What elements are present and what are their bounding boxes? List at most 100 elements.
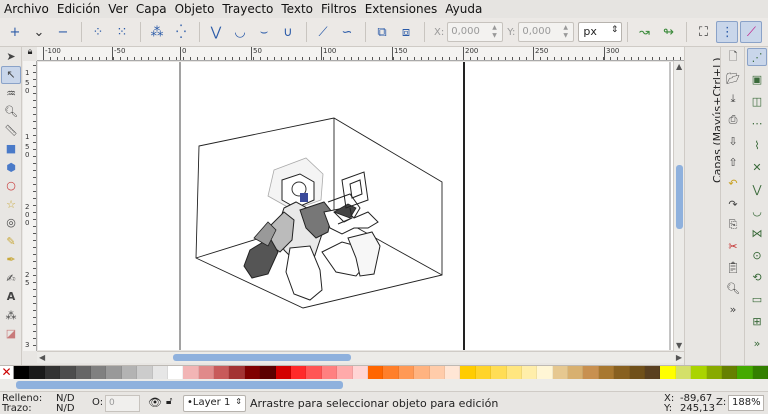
scroll-right-icon[interactable]: ▶ [676,353,682,362]
more-snap-icon[interactable]: » [747,334,767,352]
palette-swatch[interactable] [645,366,661,379]
palette-scrollbar[interactable] [0,379,768,391]
current-layer-select[interactable]: •Layer 1 ⇕ [183,395,246,412]
palette-swatch[interactable] [721,366,738,379]
menu-archivo[interactable]: Archivo [4,2,49,16]
delete-segment-icon[interactable]: ⁛ [170,21,192,43]
3dbox-tool-icon[interactable]: ⬢ [1,158,21,177]
stroke-value[interactable]: N/D [56,403,75,414]
snap-midpoint-icon[interactable]: ⋈ [747,224,767,242]
snap-rotation-icon[interactable]: ⟲ [747,268,767,286]
show-transform-handles-icon[interactable]: ⛶ [692,21,714,43]
palette-swatch[interactable] [275,366,292,379]
export-icon[interactable]: ⇧ [723,153,743,171]
node-tool-icon[interactable]: ↖ [1,65,21,84]
palette-swatch[interactable] [214,366,230,379]
zoom-selection-icon[interactable]: 🔍︎ [723,279,743,297]
palette-scroll-thumb[interactable] [16,381,343,389]
horizontal-ruler[interactable]: -100 -50 0 50 100 150 200 250 300 [37,47,684,61]
palette-swatch[interactable] [414,366,430,379]
edit-mask-icon[interactable]: ↬ [657,21,679,43]
vertical-scroll-thumb[interactable] [676,165,683,229]
palette-swatch[interactable] [675,366,692,379]
snap-paths-icon[interactable]: ⌇ [747,136,767,154]
palette-swatch[interactable] [506,366,522,379]
palette-swatch[interactable] [568,366,584,379]
palette-swatch[interactable] [629,366,646,379]
insert-node-menu-icon[interactable]: ⌄ [28,21,50,43]
show-handles-icon[interactable]: ⋮ [716,21,739,43]
palette-swatch[interactable] [198,366,215,379]
palette-swatch[interactable] [444,366,461,379]
palette-swatch[interactable] [614,366,630,379]
new-document-icon[interactable]: 🗋︎ [723,48,743,66]
menu-extensiones[interactable]: Extensiones [365,2,438,16]
palette-swatch[interactable] [583,366,599,379]
pencil-tool-icon[interactable]: ✎ [1,232,21,251]
palette-swatch[interactable] [475,366,492,379]
print-icon[interactable]: ⎙ [723,111,743,129]
y-coordinate-field[interactable]: 0,000 ▲ ▼ [518,22,575,42]
palette-swatch[interactable] [260,366,276,379]
snap-smooth-icon[interactable]: ◡ [747,202,767,220]
copy-icon[interactable]: ⎘ [723,216,743,234]
menu-ver[interactable]: Ver [108,2,128,16]
show-path-outline-icon[interactable]: ⟋ [740,21,763,43]
zoom-field[interactable]: 188% [728,395,764,411]
palette-swatch[interactable] [29,366,45,379]
eraser-tool-icon[interactable]: ◪ [1,325,21,344]
spin-icon[interactable]: ▲ ▼ [563,24,572,40]
open-document-icon[interactable]: 📂︎ [723,69,743,87]
snap-nodes-icon[interactable]: ⋯ [747,114,767,132]
save-document-icon[interactable]: ⤓ [723,90,743,108]
palette-swatch[interactable] [752,366,768,379]
palette-swatch[interactable] [737,366,753,379]
palette-swatch[interactable] [337,366,353,379]
ellipse-tool-icon[interactable]: ○ [1,177,21,196]
node-smooth-icon[interactable]: ◡ [229,21,251,43]
opacity-field[interactable]: 0 [105,395,140,412]
layer-visibility-icon[interactable]: 👁︎ [148,396,162,409]
segment-curve-icon[interactable]: ∽ [336,21,358,43]
canvas[interactable] [38,62,673,350]
palette-swatch[interactable] [367,366,384,379]
snap-grid-icon[interactable]: ⊞ [747,312,767,330]
zoom-tool-icon[interactable]: 🔍︎ [1,103,21,122]
palette-swatch[interactable] [429,366,445,379]
menu-filtros[interactable]: Filtros [321,2,357,16]
menu-edicion[interactable]: Edición [57,2,100,16]
palette-swatch[interactable] [90,366,107,379]
undo-icon[interactable]: ↶ [723,174,743,192]
node-symmetric-icon[interactable]: ⌣ [253,21,275,43]
object-to-path-icon[interactable]: ⧉ [371,21,393,43]
redo-icon[interactable]: ↷ [723,195,743,213]
star-tool-icon[interactable]: ☆ [1,195,21,214]
no-paint-icon[interactable]: ✕ [0,366,14,379]
palette-swatch[interactable] [521,366,538,379]
selector-tool-icon[interactable]: ➤ [1,47,21,66]
snap-page-icon[interactable]: ▭ [747,290,767,308]
snap-cusp-icon[interactable]: ⋁ [747,180,767,198]
palette-swatch[interactable] [121,366,138,379]
palette-swatch[interactable] [321,366,338,379]
measure-tool-icon[interactable]: 📏︎ [1,121,21,140]
scroll-up-icon[interactable]: ▲ [676,62,682,71]
pen-tool-icon[interactable]: ✒ [1,251,21,270]
palette-swatch[interactable] [183,366,199,379]
x-coordinate-field[interactable]: 0,000 ▲ ▼ [447,22,504,42]
snap-intersection-icon[interactable]: ✕ [747,158,767,176]
segment-line-icon[interactable]: ⟋ [312,21,334,43]
snap-bbox-edge-icon[interactable]: ◫ [747,92,767,110]
rectangle-tool-icon[interactable]: ■ [1,140,21,159]
palette-swatch[interactable] [152,366,168,379]
vertical-ruler[interactable]: 150150200253 [23,61,37,351]
menu-trayecto[interactable]: Trayecto [222,2,273,16]
scroll-down-icon[interactable]: ▼ [676,341,682,350]
palette-swatch[interactable] [598,366,615,379]
text-tool-icon[interactable]: A [1,288,21,307]
delete-node-icon[interactable]: − [52,21,74,43]
palette-swatch[interactable] [44,366,61,379]
palette-swatch[interactable] [491,366,507,379]
palette-swatch[interactable] [167,366,184,379]
more-commands-icon[interactable]: » [723,300,743,318]
